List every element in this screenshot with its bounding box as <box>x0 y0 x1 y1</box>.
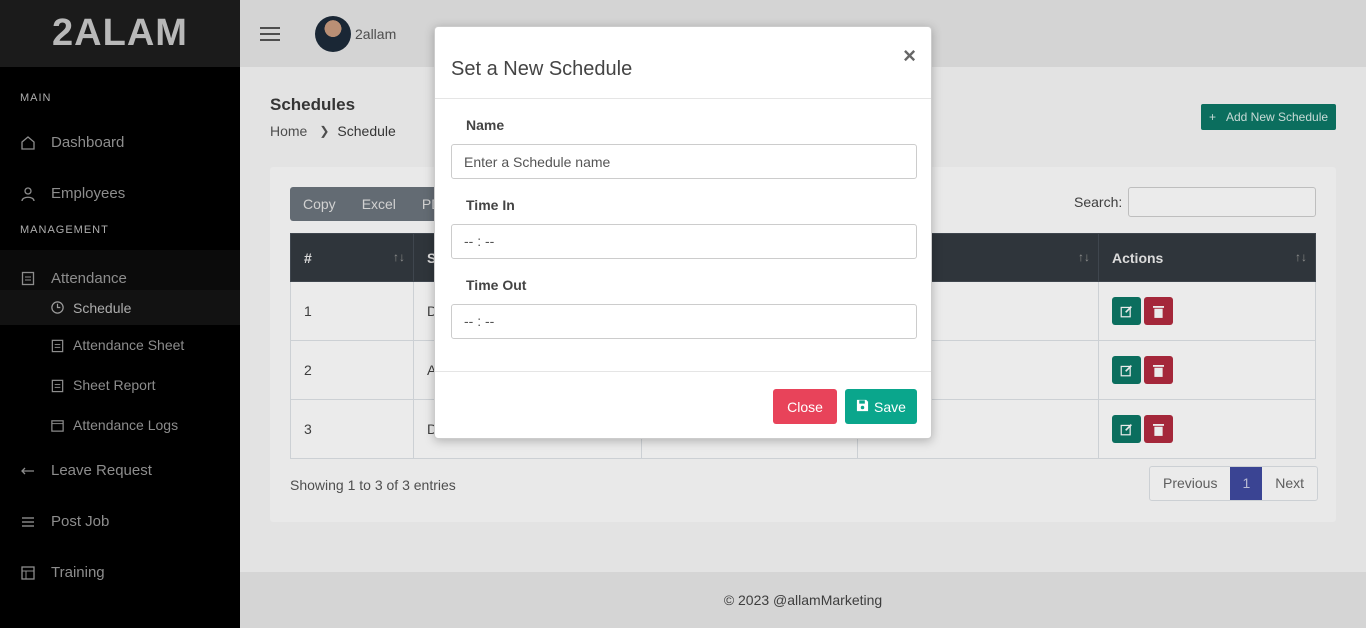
save-label: Save <box>874 398 906 415</box>
schedule-name-input[interactable] <box>451 144 917 179</box>
time-out-label: Time Out <box>466 277 527 293</box>
floppy-disk-icon <box>856 399 869 415</box>
time-in-label: Time In <box>466 197 515 213</box>
name-label: Name <box>466 117 505 133</box>
modal-header: Set a New Schedule × <box>435 27 931 99</box>
save-button[interactable]: Save <box>845 389 917 424</box>
modal-title: Set a New Schedule <box>451 58 633 80</box>
modal-body: Name Time In -- : -- Time Out -- : -- <box>435 99 931 372</box>
close-icon[interactable]: × <box>903 43 916 69</box>
close-button[interactable]: Close <box>773 389 837 424</box>
time-out-input[interactable]: -- : -- <box>451 304 917 339</box>
time-in-input[interactable]: -- : -- <box>451 224 917 259</box>
new-schedule-modal: Set a New Schedule × Name Time In -- : -… <box>434 26 932 439</box>
